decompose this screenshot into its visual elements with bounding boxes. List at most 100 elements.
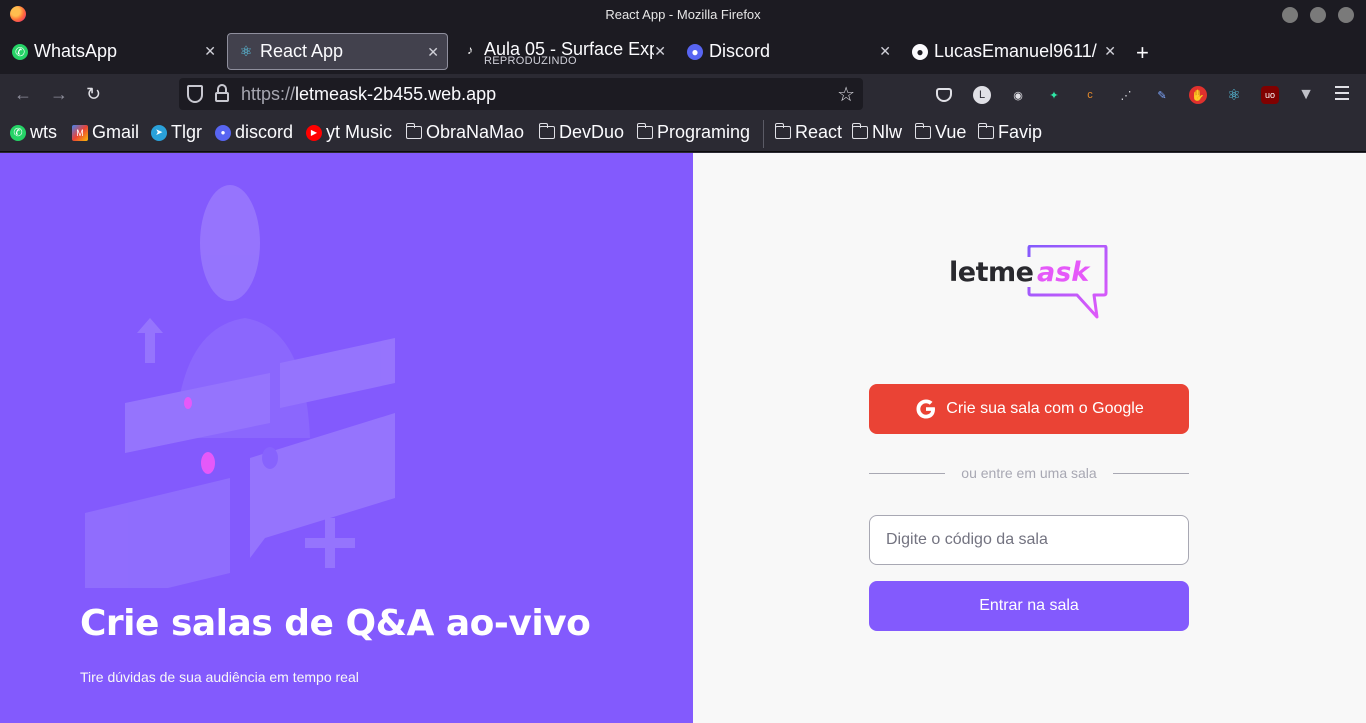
qa-illustration — [85, 185, 395, 588]
bookmark-wts[interactable]: ✆ wts — [10, 122, 57, 143]
separator-text: ou entre em uma sala — [961, 465, 1097, 481]
bookmark-label: wts — [30, 122, 57, 142]
window-controls — [1282, 7, 1354, 23]
bookmarks-toolbar: ✆ wts M Gmail ➤ Tlgr ● discord ▶ yt Musi… — [0, 116, 1366, 152]
bookmark-label: Programing — [657, 122, 751, 142]
logo-letme-text: letme — [949, 257, 1034, 288]
folder-icon — [405, 123, 422, 139]
github-icon: ● — [912, 43, 928, 60]
bookmark-label: Tlgr — [171, 122, 202, 142]
ublock-icon[interactable]: uo — [1261, 86, 1279, 104]
forward-icon[interactable]: → — [50, 84, 68, 105]
music-icon: ♪ — [467, 42, 473, 57]
close-tab-icon[interactable]: ✕ — [879, 43, 891, 60]
telegram-icon: ➤ — [151, 124, 167, 141]
close-tab-icon[interactable]: ✕ — [1104, 43, 1116, 60]
bookmark-folder-vue[interactable]: Vue — [914, 122, 966, 143]
close-tab-icon[interactable]: ✕ — [204, 43, 216, 60]
tab-label: LucasEmanuel9611/ — [934, 41, 1097, 61]
bookmarks-separator — [763, 120, 764, 148]
extension-orange-icon[interactable]: c — [1081, 86, 1099, 104]
close-tab-icon[interactable]: ✕ — [654, 43, 666, 60]
tab-playing-label: REPRODUZINDO — [484, 55, 577, 67]
lock-icon[interactable] — [215, 84, 229, 102]
extension-green-icon[interactable]: ✦ — [1045, 86, 1063, 104]
bookmark-folder-react[interactable]: React — [774, 122, 843, 143]
bookmark-tlgr[interactable]: ➤ Tlgr — [151, 122, 202, 143]
enter-button-label: Entrar na sala — [979, 597, 1079, 614]
tab-whatsapp[interactable]: ✆ WhatsApp ✕ — [2, 33, 224, 70]
enter-room-button[interactable]: Entrar na sala — [869, 581, 1189, 631]
reload-icon[interactable]: ↻ — [86, 84, 101, 105]
bookmark-label: Nlw — [872, 122, 902, 142]
close-tab-icon[interactable]: ✕ — [427, 44, 439, 61]
bookmark-label: Favip — [998, 122, 1043, 142]
bookmark-label: ObraNaMao — [426, 122, 525, 142]
folder-icon — [774, 123, 791, 139]
url-bar[interactable]: https://letmeask-2b455.web.app ☆ — [179, 78, 863, 110]
extension-hand-icon[interactable]: ✋ — [1189, 86, 1207, 104]
tab-strip: ✆ WhatsApp ✕ ⚛ React App ✕ ♪ Aula 05 - S… — [0, 28, 1366, 74]
youtube-music-icon: ▶ — [306, 124, 322, 141]
tab-label: WhatsApp — [34, 41, 118, 61]
bookmark-gmail[interactable]: M Gmail — [72, 122, 139, 143]
bookmark-label: yt Music — [326, 122, 393, 142]
separator-line — [1112, 472, 1189, 474]
bookmark-discord[interactable]: ● discord — [215, 122, 293, 143]
bookmark-star-icon[interactable]: ☆ — [837, 82, 855, 107]
tracking-protection-icon[interactable] — [187, 85, 203, 103]
close-window-button[interactable] — [1338, 7, 1354, 23]
google-button-label: Crie sua sala com o Google — [946, 400, 1144, 417]
extension-mask-icon[interactable]: ◉ — [1009, 86, 1027, 104]
bookmark-label: React — [795, 122, 843, 142]
bookmark-yt-music[interactable]: ▶ yt Music — [306, 122, 392, 143]
tab-aula-05[interactable]: ♪ Aula 05 - Surface Exp REPRODUZINDO ✕ — [452, 31, 674, 68]
room-code-input[interactable] — [869, 515, 1189, 565]
extension-pen-icon[interactable]: ✎ — [1153, 86, 1171, 104]
firefox-icon — [10, 6, 26, 22]
hamburger-menu-icon[interactable] — [1335, 86, 1349, 104]
page-tagline: Tire dúvidas de sua audiência em tempo r… — [80, 669, 359, 685]
logo-ask-text: ask — [1037, 257, 1090, 288]
separator-line — [869, 472, 946, 474]
profile-extension-icon[interactable]: L — [973, 86, 991, 104]
tab-discord[interactable]: ● Discord ✕ — [677, 33, 899, 70]
url-host: letmeask-2b455.web.app — [295, 84, 497, 104]
letmeask-logo: letme ask — [949, 245, 1109, 320]
pocket-icon[interactable] — [936, 88, 952, 102]
whatsapp-icon: ✆ — [10, 124, 26, 141]
bookmark-folder-programing[interactable]: Programing — [636, 122, 751, 143]
whatsapp-icon: ✆ — [12, 43, 28, 60]
vue-devtools-icon[interactable]: ▼ — [1297, 86, 1315, 104]
bookmark-folder-obranamao[interactable]: ObraNaMao — [405, 122, 525, 143]
react-icon: ⚛ — [239, 43, 253, 59]
folder-icon — [538, 123, 555, 139]
bookmark-folder-favip[interactable]: Favip — [977, 122, 1043, 143]
main-panel: letme ask Crie sua sala com o Google ou … — [693, 153, 1366, 723]
window-title: React App - Mozilla Firefox — [605, 6, 761, 22]
tab-github[interactable]: ● LucasEmanuel9611/ ✕ — [902, 33, 1124, 70]
url-text[interactable]: https://letmeask-2b455.web.app — [241, 84, 496, 105]
bookmark-folder-nlw[interactable]: Nlw — [851, 122, 902, 143]
create-room-google-button[interactable]: Crie sua sala com o Google — [869, 384, 1189, 434]
react-devtools-icon[interactable]: ⚛ — [1225, 86, 1243, 104]
folder-icon — [851, 123, 868, 139]
back-icon[interactable]: ← — [14, 84, 32, 105]
tab-label: React App — [260, 41, 344, 61]
page-headline: Crie salas de Q&A ao-vivo — [80, 603, 591, 644]
bookmark-folder-devduo[interactable]: DevDuo — [538, 122, 624, 143]
url-scheme: https:// — [241, 84, 296, 104]
maximize-button[interactable] — [1310, 7, 1326, 23]
discord-icon: ● — [215, 124, 231, 141]
folder-icon — [636, 123, 653, 139]
extension-arrows-icon[interactable]: ⋰ — [1117, 86, 1135, 104]
tab-label: Discord — [709, 41, 771, 61]
navigation-toolbar: ← → ↻ https://letmeask-2b455.web.app ☆ L… — [0, 74, 1366, 116]
window-titlebar: React App - Mozilla Firefox — [0, 0, 1366, 28]
bookmark-label: Gmail — [92, 122, 140, 142]
folder-icon — [977, 123, 994, 139]
tab-react-app[interactable]: ⚛ React App ✕ — [227, 33, 448, 70]
folder-icon — [914, 123, 931, 139]
minimize-button[interactable] — [1282, 7, 1298, 23]
new-tab-button[interactable]: + — [1136, 40, 1149, 66]
